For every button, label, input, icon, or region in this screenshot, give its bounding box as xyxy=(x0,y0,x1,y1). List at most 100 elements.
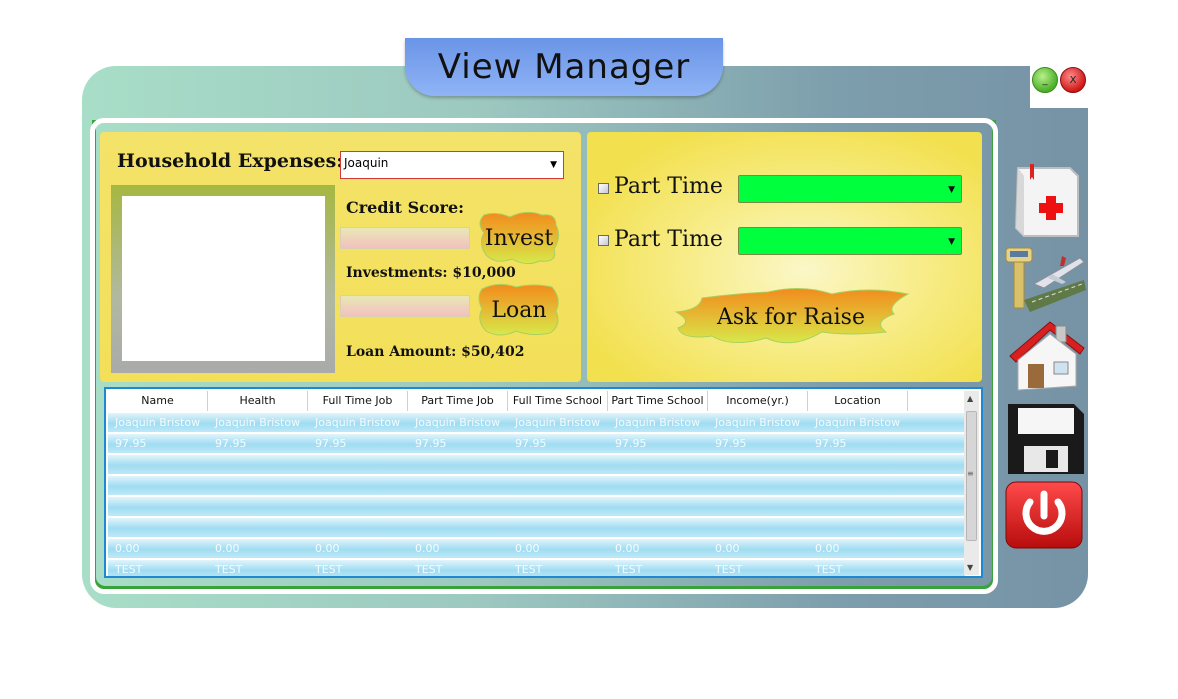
table-cell: 97.95 xyxy=(815,437,847,450)
power-icon[interactable] xyxy=(1004,480,1086,552)
house-icon[interactable] xyxy=(1004,318,1086,391)
expenses-list[interactable] xyxy=(122,196,325,361)
table-row[interactable] xyxy=(108,455,965,476)
table-cell: 0.00 xyxy=(715,542,740,555)
invest-button[interactable]: Invest xyxy=(476,209,562,267)
table-cell: Joaquin Bristow xyxy=(715,416,801,429)
table-cell: TEST xyxy=(515,563,543,576)
table-cell xyxy=(308,455,408,474)
invest-button-label: Invest xyxy=(484,225,554,251)
table-cell xyxy=(108,476,208,495)
table-cell xyxy=(408,476,508,495)
column-header[interactable]: Part Time School xyxy=(608,391,708,411)
table-cell: 97.95 xyxy=(115,437,147,450)
minimize-label: _ xyxy=(1042,74,1048,86)
column-header[interactable]: Income(yr.) xyxy=(708,391,808,411)
table-row[interactable] xyxy=(108,476,965,497)
table-cell xyxy=(208,497,308,516)
credit-score-bar xyxy=(340,227,470,249)
table-cell: Joaquin Bristow xyxy=(515,416,601,429)
part-time-select-2[interactable]: ▼ xyxy=(738,227,962,255)
table-cell xyxy=(408,455,508,474)
table-cell xyxy=(708,497,808,516)
table-cell: TEST xyxy=(315,563,343,576)
people-grid[interactable]: Name Health Full Time Job Part Time Job Full… xyxy=(104,387,983,578)
minimize-button[interactable]: _ xyxy=(1032,67,1058,93)
table-cell: 97.95 xyxy=(415,437,447,450)
column-header[interactable]: Name xyxy=(108,391,208,411)
table-cell: 97.95 xyxy=(615,437,647,450)
title-banner: View Manager xyxy=(405,38,723,96)
table-cell xyxy=(408,497,508,516)
investments-bar xyxy=(340,295,470,317)
grid-scrollbar[interactable]: ▲ ≡ ▼ xyxy=(964,391,979,575)
table-cell xyxy=(408,518,508,537)
table-cell xyxy=(108,518,208,537)
table-row[interactable]: Joaquin Bristow Joaquin Bristow Joaquin Br… xyxy=(108,413,965,434)
table-cell: 0.00 xyxy=(615,542,640,555)
table-cell: TEST xyxy=(415,563,443,576)
scroll-grip-icon: ≡ xyxy=(967,469,974,478)
table-cell xyxy=(608,455,708,474)
save-floppy-icon[interactable] xyxy=(1004,400,1086,474)
table-cell: 0.00 xyxy=(315,542,340,555)
table-cell xyxy=(708,518,808,537)
table-cell: 97.95 xyxy=(515,437,547,450)
table-cell xyxy=(808,518,908,537)
person-select-value: Joaquin xyxy=(344,156,389,170)
table-cell xyxy=(208,476,308,495)
loan-amount-label: Loan Amount: $50,402 xyxy=(346,344,525,360)
person-select[interactable]: Joaquin ▼ xyxy=(340,151,564,179)
table-row[interactable] xyxy=(108,497,965,518)
part-time-checkbox-2[interactable] xyxy=(598,235,609,246)
table-cell xyxy=(708,476,808,495)
table-cell: Joaquin Bristow xyxy=(115,416,201,429)
table-cell xyxy=(308,476,408,495)
part-time-label-2: Part Time xyxy=(614,227,723,252)
table-cell xyxy=(808,497,908,516)
column-header[interactable]: Location xyxy=(808,391,908,411)
loan-button[interactable]: Loan xyxy=(476,281,562,339)
dropdown-arrow-icon: ▼ xyxy=(948,185,955,195)
grid-header: Name Health Full Time Job Part Time Job Full… xyxy=(108,391,908,411)
health-book-icon[interactable] xyxy=(1004,160,1086,237)
table-cell xyxy=(508,497,608,516)
part-time-checkbox-1[interactable] xyxy=(598,183,609,194)
table-row[interactable] xyxy=(108,518,965,539)
table-cell: 0.00 xyxy=(115,542,140,555)
table-cell xyxy=(208,455,308,474)
table-cell: 0.00 xyxy=(415,542,440,555)
column-header[interactable]: Health xyxy=(208,391,308,411)
table-cell xyxy=(308,497,408,516)
airport-travel-icon[interactable] xyxy=(1004,240,1086,312)
credit-score-label: Credit Score: xyxy=(346,198,465,217)
part-time-select-1[interactable]: ▼ xyxy=(738,175,962,203)
scroll-down-icon[interactable]: ▼ xyxy=(967,563,973,572)
dropdown-arrow-icon: ▼ xyxy=(948,237,955,247)
table-cell: Joaquin Bristow xyxy=(815,416,901,429)
scroll-up-icon[interactable]: ▲ xyxy=(967,394,973,403)
column-header[interactable]: Part Time Job xyxy=(408,391,508,411)
household-expenses-label: Household Expenses: xyxy=(117,150,344,172)
table-cell xyxy=(708,455,808,474)
table-cell: TEST xyxy=(115,563,143,576)
table-cell: TEST xyxy=(215,563,243,576)
table-row[interactable]: 0.00 0.00 0.00 0.00 0.00 0.00 0.00 0.00 xyxy=(108,539,965,560)
dropdown-arrow-icon: ▼ xyxy=(550,160,557,170)
ask-for-raise-label: Ask for Raise xyxy=(717,304,865,330)
table-cell: Joaquin Bristow xyxy=(215,416,301,429)
investments-label: Investments: $10,000 xyxy=(346,265,516,281)
table-cell xyxy=(808,455,908,474)
table-cell xyxy=(508,455,608,474)
close-button[interactable]: X xyxy=(1060,67,1086,93)
table-row[interactable]: TEST TEST TEST TEST TEST TEST TEST TEST xyxy=(108,560,965,576)
table-row[interactable]: 97.95 97.95 97.95 97.95 97.95 97.95 97.95 97.95 xyxy=(108,434,965,455)
table-cell: 97.95 xyxy=(715,437,747,450)
table-cell xyxy=(308,518,408,537)
column-header[interactable]: Full Time School xyxy=(508,391,608,411)
table-cell xyxy=(508,518,608,537)
table-cell: TEST xyxy=(815,563,843,576)
ask-for-raise-button[interactable]: Ask for Raise xyxy=(672,282,910,352)
column-header[interactable]: Full Time Job xyxy=(308,391,408,411)
table-cell: Joaquin Bristow xyxy=(615,416,701,429)
